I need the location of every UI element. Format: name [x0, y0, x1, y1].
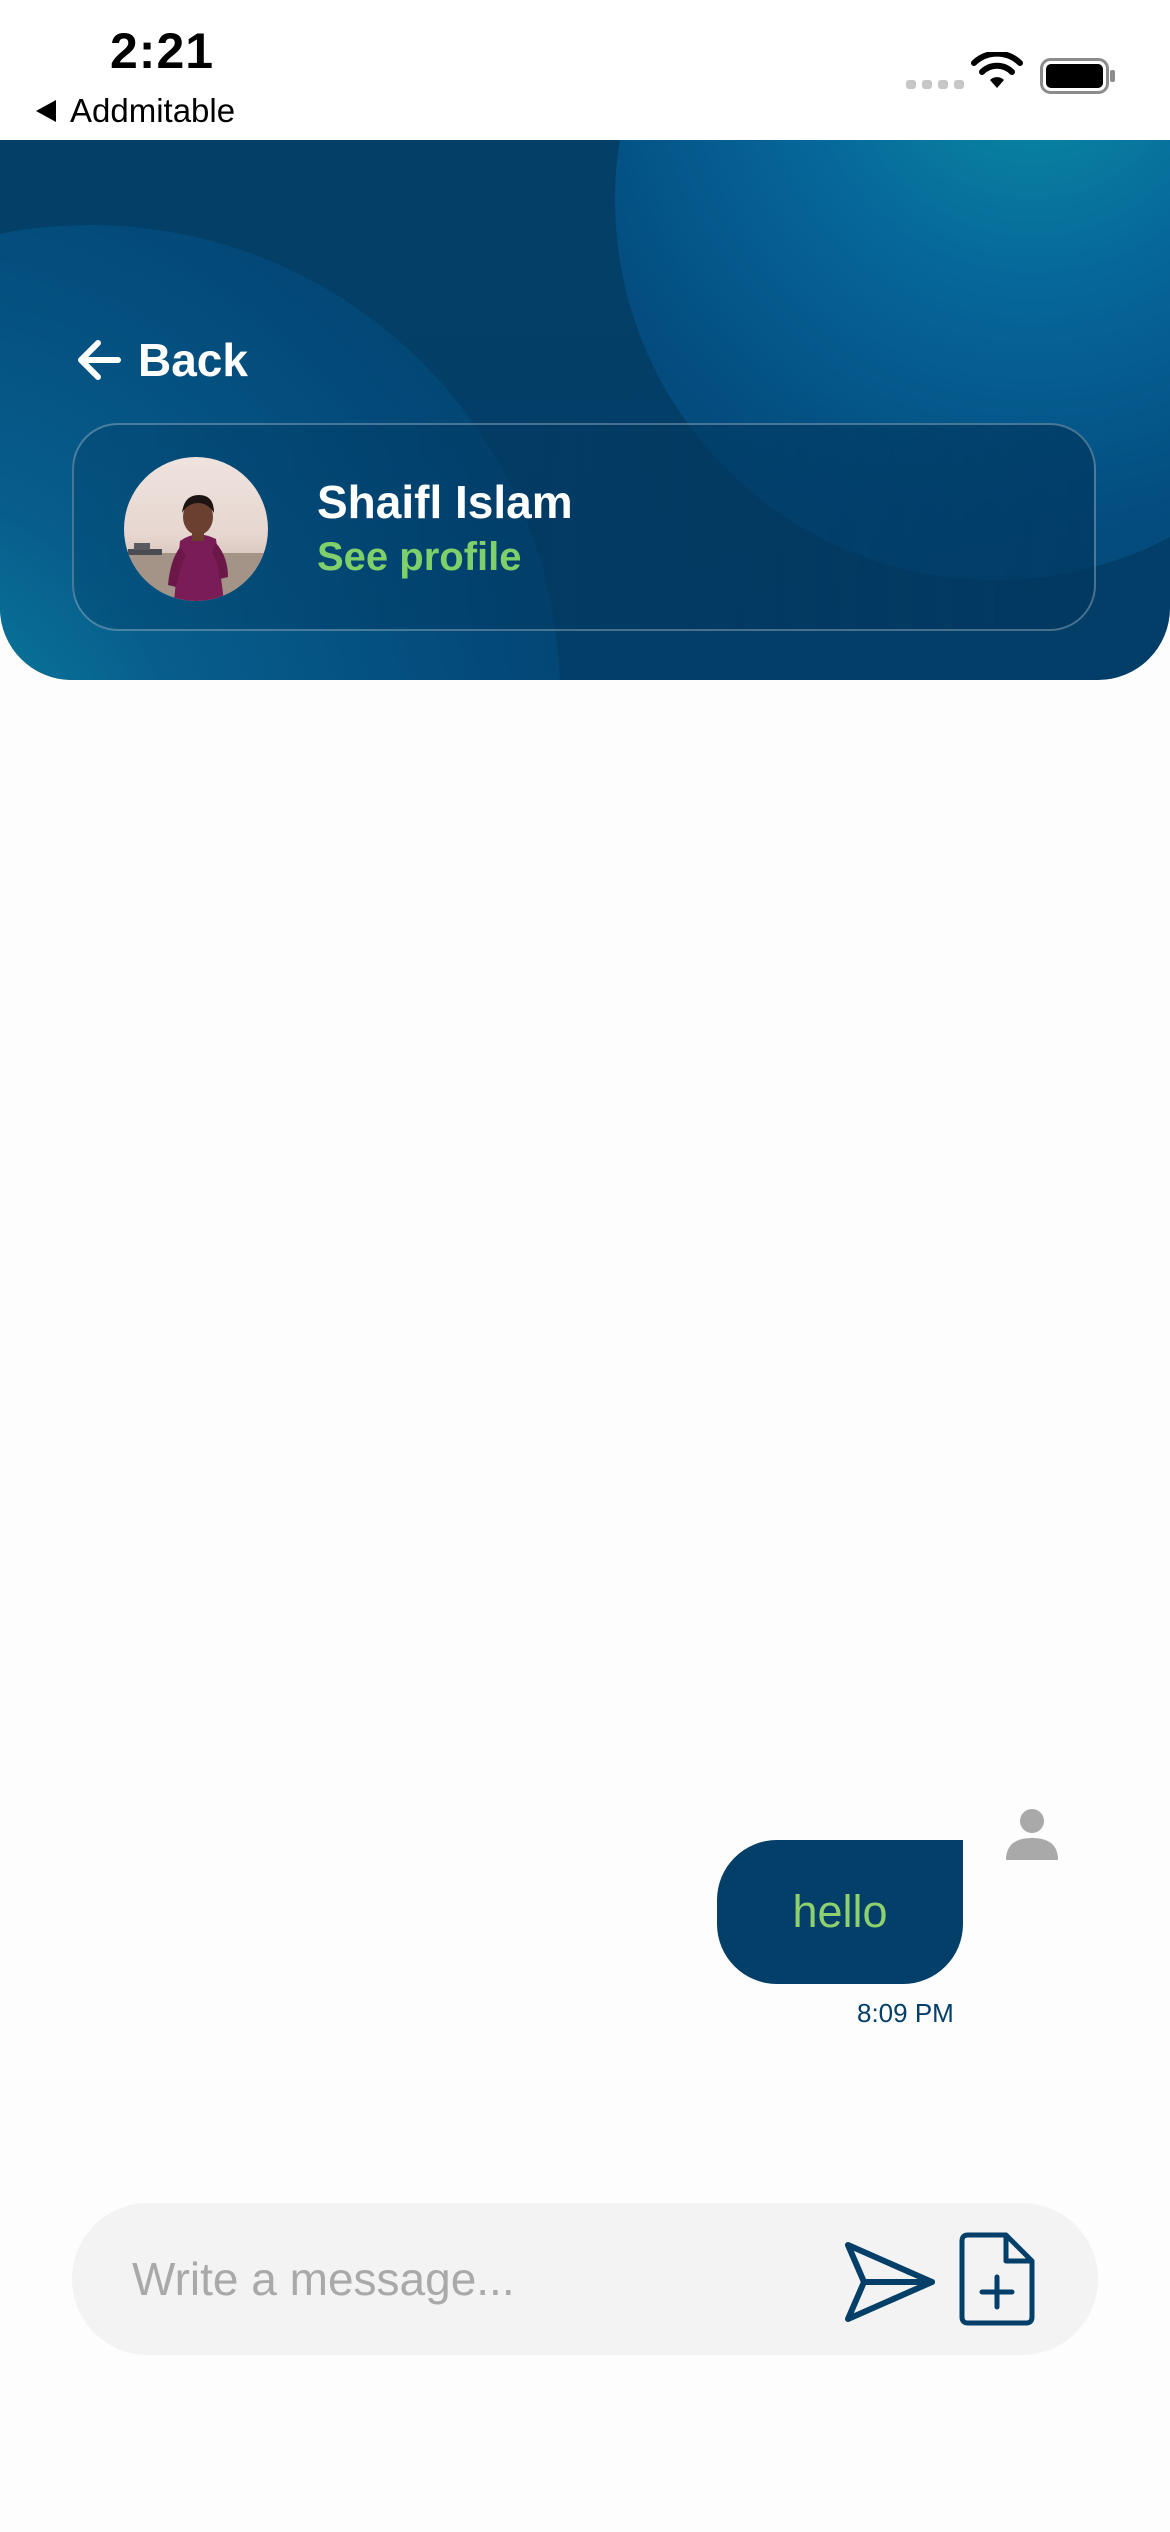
back-button[interactable]: Back: [74, 333, 248, 387]
back-triangle-icon: [36, 100, 56, 122]
back-to-app-link[interactable]: Addmitable: [36, 92, 235, 130]
message-bubble[interactable]: hello: [717, 1840, 963, 1984]
contact-photo: [124, 457, 268, 601]
see-profile-link[interactable]: See profile: [317, 535, 522, 580]
chat-header: Back Shaifl Islam See profile: [0, 140, 1170, 680]
back-to-app-label: Addmitable: [70, 92, 236, 129]
send-icon[interactable]: [842, 2239, 938, 2325]
contact-card[interactable]: Shaifl Islam See profile: [72, 423, 1096, 631]
back-button-label: Back: [138, 334, 248, 386]
message-composer: [72, 2203, 1098, 2355]
avatar[interactable]: [124, 457, 268, 601]
status-bar: 2:21 Addmitable: [0, 0, 1170, 140]
message-input[interactable]: [132, 2239, 832, 2319]
wifi-icon: [971, 52, 1023, 88]
status-time: 2:21: [110, 23, 215, 79]
contact-name: Shaifl Islam: [317, 476, 573, 528]
message-text: hello: [792, 1886, 888, 1937]
attach-file-icon[interactable]: [956, 2231, 1036, 2327]
person-icon: [1006, 1809, 1058, 1860]
arrow-left-icon: [78, 340, 121, 380]
cellular-signal-icon: [906, 80, 964, 89]
chat-screen: 2:21 Addmitable Back Shaifl Islam See pr…: [0, 0, 1170, 2532]
message-timestamp: 8:09 PM: [857, 1998, 954, 2028]
battery-icon: [1040, 58, 1115, 94]
